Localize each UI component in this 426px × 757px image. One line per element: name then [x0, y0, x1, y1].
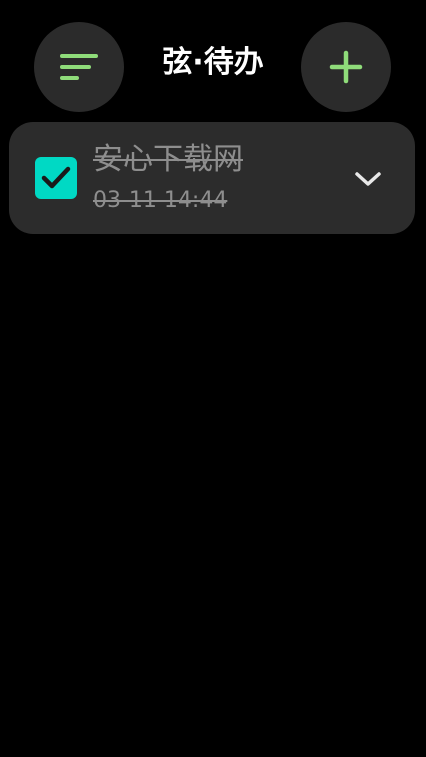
chevron-down-icon [355, 172, 381, 186]
checkmark-icon [41, 166, 71, 189]
todo-title: 安心下载网 [93, 142, 243, 177]
todo-checkbox[interactable] [35, 157, 77, 199]
todo-screen: 弦·待办 安心下载网 03-11 14:44 [0, 0, 426, 757]
expand-todo-button[interactable] [345, 156, 391, 202]
todo-item-card[interactable]: 安心下载网 03-11 14:44 [9, 122, 415, 234]
add-todo-button[interactable] [301, 22, 391, 112]
app-title: 弦·待办 [162, 45, 264, 80]
todo-time: 03-11 14:44 [93, 188, 228, 213]
sort-lines-icon [60, 54, 98, 80]
plus-icon [329, 50, 363, 84]
sort-menu-button[interactable] [34, 22, 124, 112]
